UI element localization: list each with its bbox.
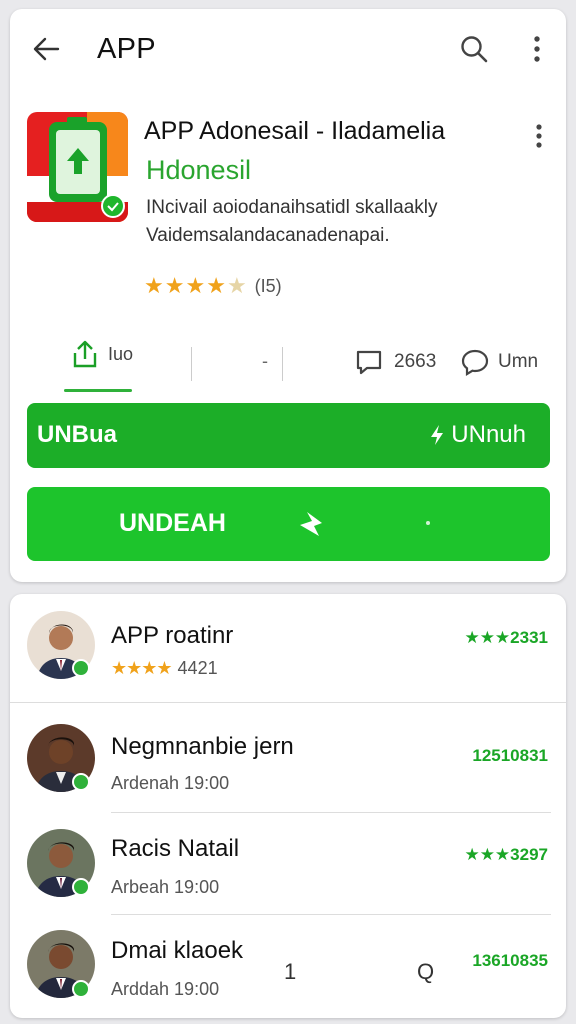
chat-bubble-icon <box>461 349 489 376</box>
verified-badge-icon <box>72 659 90 677</box>
review-name: APP roatinr <box>111 622 234 649</box>
star-icon: ★ <box>185 273 206 298</box>
verified-badge-icon <box>72 878 90 896</box>
primary-button-left-label: UNBua <box>37 421 118 448</box>
star-half-icon: ★ <box>206 273 226 298</box>
top-bar: APP <box>10 9 566 89</box>
star-icon: ★ <box>164 273 185 298</box>
app-description-line-1: INcivail aoiodanaihsatidl skallaakly <box>146 197 438 218</box>
app-name: APP Adonesail - Iladamelia <box>144 117 446 145</box>
active-tab-indicator <box>64 389 132 392</box>
comment-icon <box>356 350 382 375</box>
review-score: 12510831 <box>472 746 548 765</box>
share-icon <box>73 340 97 368</box>
review-meta: Ardenah 19:00 <box>111 773 230 793</box>
list-item[interactable]: Negmnanbie jern Ardenah 19:00 12510831 <box>10 706 566 810</box>
send-arrow-icon <box>300 512 322 536</box>
action-row: Iuo - 2663 Umn <box>10 331 566 395</box>
search-button[interactable] <box>456 31 492 67</box>
chat-label: Umn <box>498 351 539 372</box>
row-glyph-2: Q <box>417 959 435 984</box>
arrow-left-icon <box>33 37 60 61</box>
divider <box>282 347 283 381</box>
verified-badge-icon <box>72 773 90 791</box>
comment-count: 2663 <box>394 351 437 372</box>
star-icon: ★ <box>144 273 164 298</box>
comments-button[interactable]: 2663 <box>354 347 436 377</box>
primary-action-button[interactable]: UNBua UNnuh <box>27 403 550 468</box>
review-meta: Arddah 19:00 <box>111 979 220 999</box>
review-score: 13610835 <box>472 951 548 970</box>
back-button[interactable] <box>28 31 64 67</box>
review-name: Dmai klaoek <box>111 937 244 964</box>
review-name: Negmnanbie jern <box>111 733 294 760</box>
reviews-list: APP roatinr ★★★★ 4421 ★★★2331 Negmnanbie… <box>10 594 566 1018</box>
primary-button-right-label: UNnuh <box>451 421 526 448</box>
search-icon <box>461 36 488 63</box>
verified-badge-icon <box>72 980 90 998</box>
rating-stars: ★★★★ <box>111 658 173 678</box>
list-item[interactable]: Dmai klaoek Arddah 19:00 1 Q 13610835 <box>10 915 566 1018</box>
more-vertical-icon <box>534 36 540 62</box>
bolt-icon <box>431 425 444 445</box>
review-meta: 4421 <box>177 658 218 678</box>
more-vertical-icon <box>536 124 542 148</box>
list-item[interactable]: Racis Natail Arbeah 19:00 ★★★3297 <box>10 813 566 917</box>
rating-stars: ★ ★ ★ ★ ★ <box>144 275 247 297</box>
decorative-dot <box>426 521 430 525</box>
list-item[interactable]: APP roatinr ★★★★ 4421 ★★★2331 <box>10 594 566 698</box>
page-title: APP <box>97 33 156 65</box>
secondary-button-label: UNDEAH <box>119 509 226 537</box>
app-rating: ★ ★ ★ ★ ★ (I5) <box>144 275 282 297</box>
review-meta: Arbeah 19:00 <box>111 877 220 897</box>
app-detail-card: APP APP Adonesail - Iladamelia Hdonesil … <box>10 9 566 582</box>
share-label: Iuo <box>108 343 134 364</box>
review-score: ★★★2331 <box>464 628 548 647</box>
divider <box>191 347 192 381</box>
review-name: Racis Natail <box>111 835 240 862</box>
app-description-line-2: Vaidemsalandacanadenapai. <box>146 225 390 246</box>
chat-button[interactable]: Umn <box>460 347 538 377</box>
app-more-button[interactable] <box>528 116 550 156</box>
rating-count: (I5) <box>254 275 282 296</box>
secondary-action-button[interactable]: UNDEAH <box>27 487 550 561</box>
primary-button-right: UNnuh <box>429 421 526 449</box>
review-rating: ★★★★ 4421 <box>111 658 218 679</box>
share-button[interactable]: Iuo <box>70 339 133 369</box>
star-empty-icon: ★ <box>226 273 247 298</box>
review-score: ★★★3297 <box>464 845 548 864</box>
divider <box>10 702 566 703</box>
app-logo-icon <box>27 112 128 222</box>
row-glyph-1: 1 <box>284 959 297 984</box>
app-subtitle: Hdonesil <box>146 155 252 185</box>
separator-dash: - <box>262 351 268 371</box>
more-options-button[interactable] <box>522 31 552 67</box>
